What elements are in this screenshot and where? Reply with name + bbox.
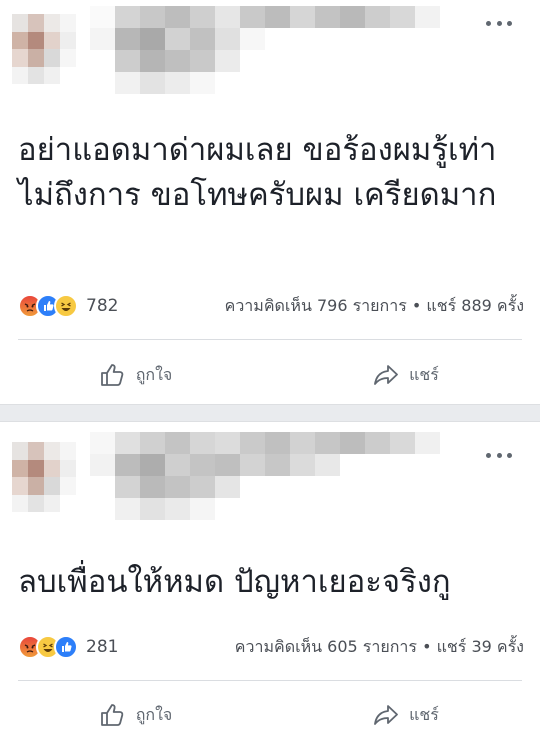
avatar[interactable] <box>12 442 76 512</box>
post-actions: ถูกใจ แชร์ <box>0 352 540 398</box>
like-reaction-icon <box>54 635 78 659</box>
post-1: อย่าแอดมาด่าผมเลย ขอร้องผมรู้เท่าไม่ถึงก… <box>0 0 540 404</box>
haha-reaction-icon <box>54 294 78 318</box>
post-stats: 782 ความคิดเห็น 796 รายการ • แชร์ 889 คร… <box>18 292 524 320</box>
share-label: แชร์ <box>409 364 439 384</box>
like-button[interactable]: ถูกใจ <box>0 692 270 738</box>
feed-separator <box>0 404 540 422</box>
thumbs-up-icon <box>100 704 124 726</box>
more-options-icon[interactable] <box>486 18 512 28</box>
post-text: ลบเพื่อนให้หมด ปัญหาเยอะจริงกู <box>18 564 451 600</box>
share-label: แชร์ <box>409 704 439 724</box>
post-text: อย่าแอดมาด่าผมเลย ขอร้องผมรู้เท่าไม่ถึงก… <box>18 132 497 213</box>
post-2: ลบเพื่อนให้หมด ปัญหาเยอะจริงกู 281 ความค… <box>0 422 540 746</box>
divider <box>18 680 522 681</box>
avatar[interactable] <box>12 14 76 84</box>
like-label: ถูกใจ <box>135 364 173 384</box>
share-button[interactable]: แชร์ <box>270 692 540 738</box>
like-label: ถูกใจ <box>135 704 173 724</box>
reaction-count: 782 <box>86 296 119 316</box>
share-button[interactable]: แชร์ <box>270 352 540 398</box>
reaction-count: 281 <box>86 637 119 657</box>
share-arrow-icon <box>374 365 399 385</box>
comments-shares-count[interactable]: ความคิดเห็น 605 รายการ • แชร์ 39 ครั้ง <box>235 635 524 660</box>
author-name-blurred[interactable] <box>90 432 440 520</box>
share-arrow-icon <box>374 705 399 725</box>
reactions-summary[interactable] <box>18 635 78 659</box>
thumbs-up-icon <box>100 364 124 386</box>
more-options-icon[interactable] <box>486 450 512 460</box>
like-button[interactable]: ถูกใจ <box>0 352 270 398</box>
post-stats: 281 ความคิดเห็น 605 รายการ • แชร์ 39 ครั… <box>18 633 524 661</box>
author-name-blurred[interactable] <box>90 6 440 94</box>
comments-shares-count[interactable]: ความคิดเห็น 796 รายการ • แชร์ 889 ครั้ง <box>225 294 524 319</box>
post-actions: ถูกใจ แชร์ <box>0 692 540 738</box>
divider <box>18 339 522 340</box>
reactions-summary[interactable] <box>18 294 78 318</box>
